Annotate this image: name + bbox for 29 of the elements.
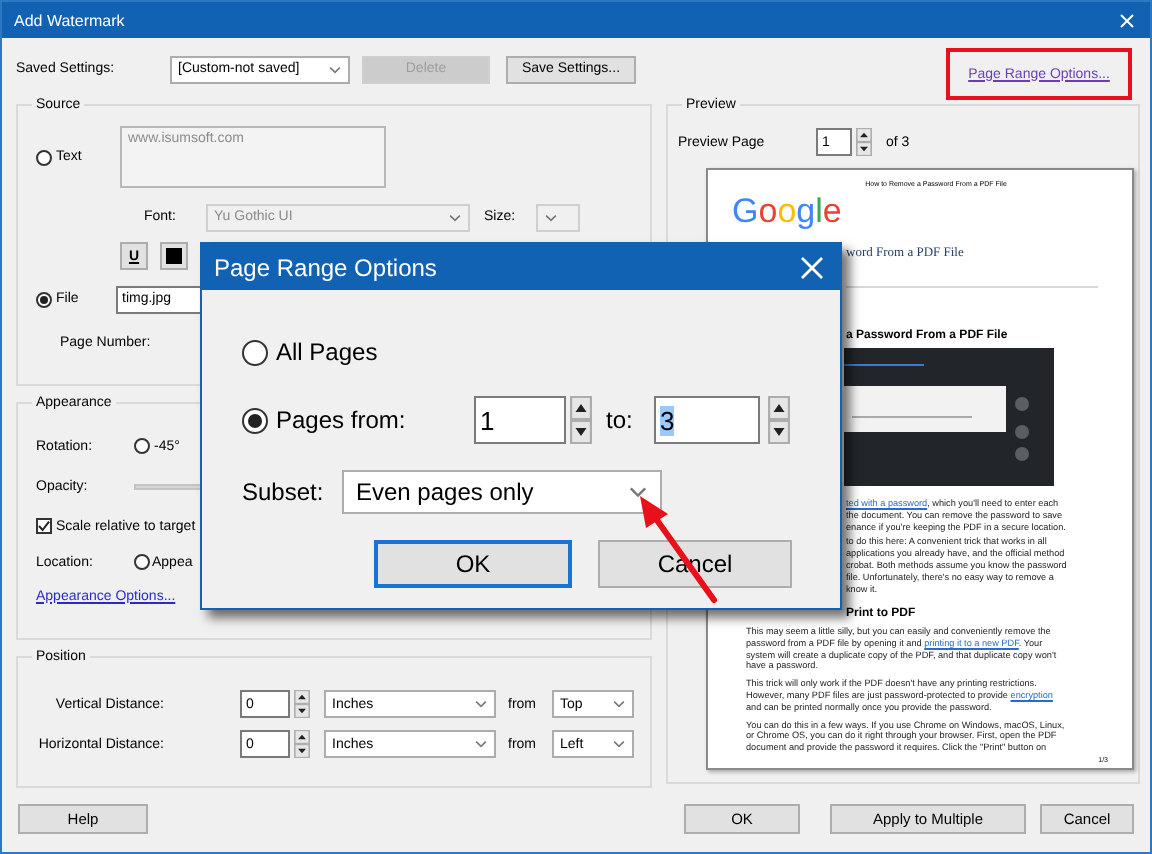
chevron-down-icon xyxy=(628,486,648,498)
chevron-down-icon xyxy=(474,740,488,748)
dialog-title: Page Range Options xyxy=(214,253,437,281)
chevron-down-icon xyxy=(612,700,626,708)
page-range-radio-button[interactable]: All Pages xyxy=(242,338,378,366)
spin-buttons[interactable] xyxy=(294,690,310,718)
chevron-down-icon xyxy=(474,700,488,708)
spin-buttons[interactable] xyxy=(768,396,790,444)
logo-text: Google xyxy=(732,194,842,228)
chevron-down-icon xyxy=(612,740,626,748)
spin-buttons[interactable] xyxy=(294,730,310,758)
page-range-radio-button[interactable]: Pages from: xyxy=(242,406,474,434)
close-icon[interactable] xyxy=(800,255,824,279)
to-page-field[interactable]: 3 xyxy=(654,396,760,444)
spin-buttons[interactable] xyxy=(570,396,592,444)
window-title: Add Watermark xyxy=(14,11,125,29)
subset-label: Subset: xyxy=(242,478,326,506)
chevron-down-icon xyxy=(328,65,342,73)
chevron-down-icon xyxy=(448,213,462,221)
spin-buttons[interactable] xyxy=(856,128,872,156)
dialog-button[interactable]: OK xyxy=(374,540,572,588)
subset-dropdown[interactable]: Even pages only xyxy=(342,470,662,514)
from-page-field[interactable]: 1 xyxy=(474,396,566,444)
to-label: to: xyxy=(606,406,635,434)
checkmark-icon xyxy=(38,520,50,532)
color-button[interactable] xyxy=(160,242,188,270)
close-icon[interactable] xyxy=(1120,13,1134,27)
chevron-down-icon xyxy=(544,213,558,221)
color-swatch-icon xyxy=(166,248,182,264)
